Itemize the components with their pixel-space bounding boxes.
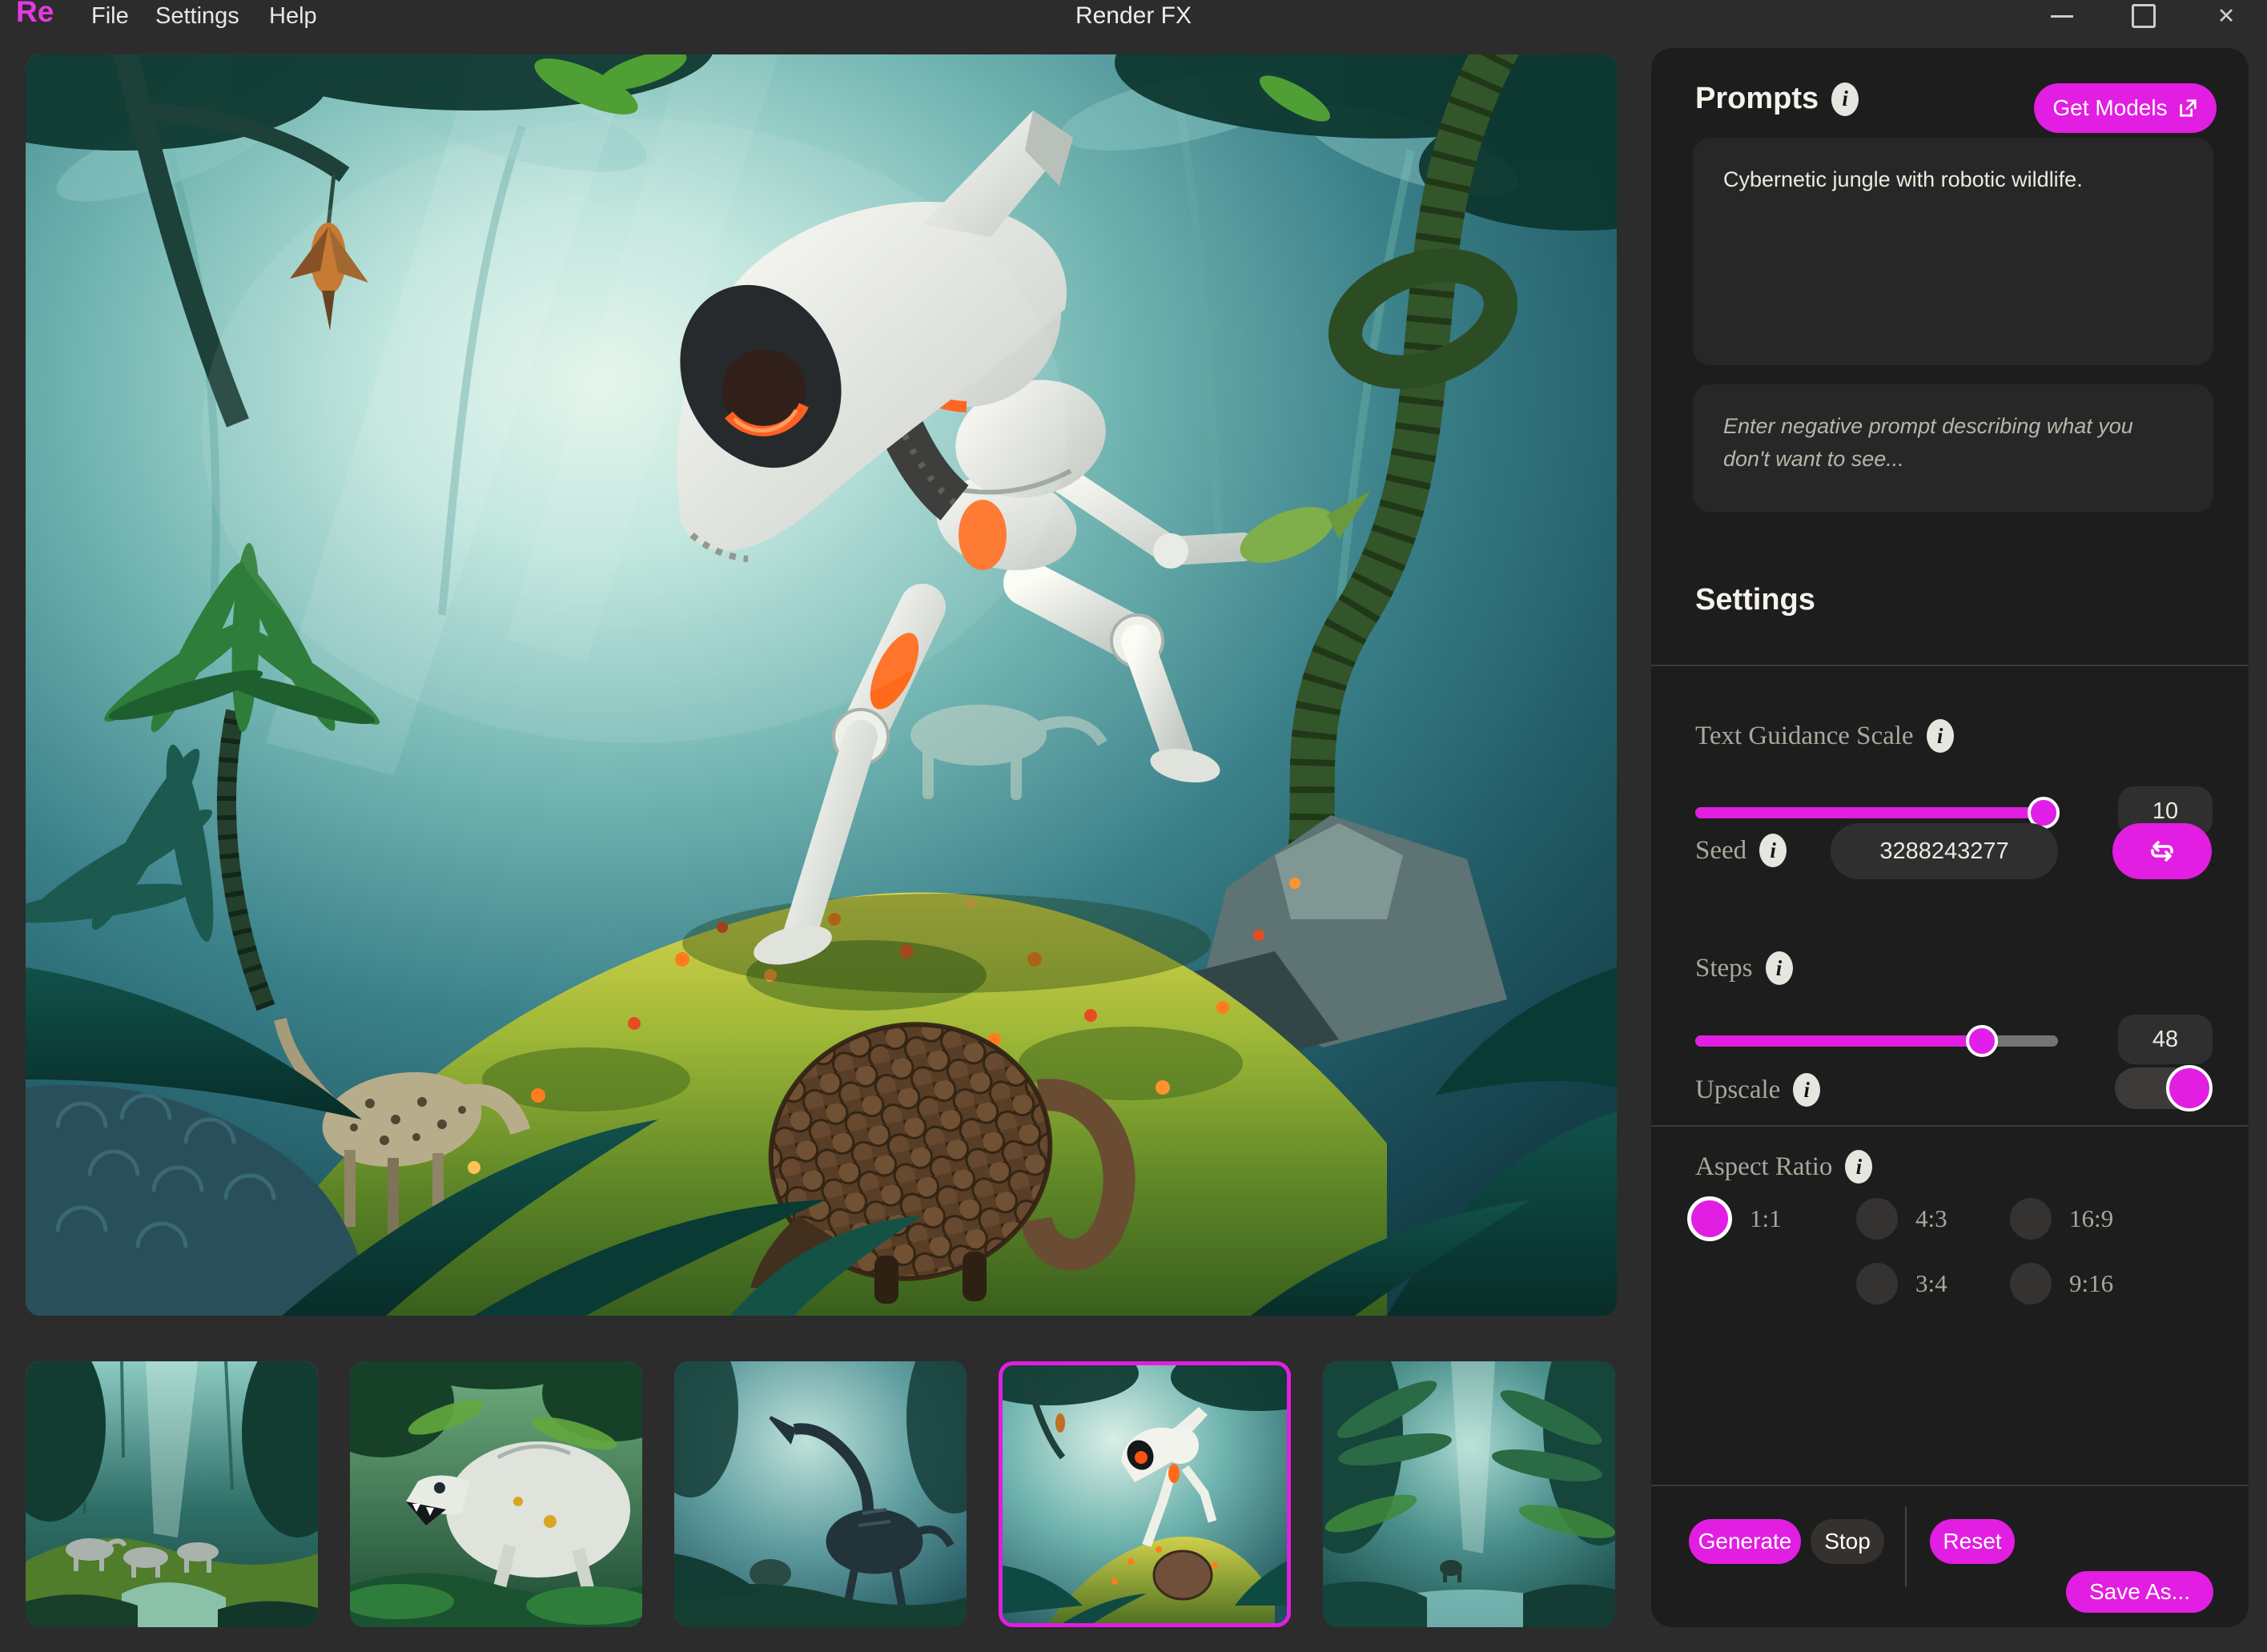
generate-button[interactable]: Generate bbox=[1689, 1519, 1801, 1564]
steps-value[interactable]: 48 bbox=[2118, 1015, 2213, 1064]
radio-icon bbox=[2010, 1263, 2052, 1304]
menu-help[interactable]: Help bbox=[269, 0, 317, 32]
generated-image-preview[interactable] bbox=[26, 54, 1617, 1316]
radio-icon bbox=[1856, 1263, 1898, 1304]
save-as-button[interactable]: Save As... bbox=[2066, 1571, 2213, 1613]
aspect-option-9-16[interactable]: 9:16 bbox=[2010, 1261, 2113, 1306]
minimize-button[interactable] bbox=[2040, 0, 2084, 32]
steps-label-row: Steps i bbox=[1695, 951, 1793, 985]
aspect-option-label: 3:4 bbox=[1915, 1269, 1947, 1298]
divider bbox=[1651, 665, 2249, 666]
steps-slider[interactable] bbox=[1695, 1035, 2058, 1047]
thumbnail-2[interactable] bbox=[350, 1361, 642, 1627]
aspect-option-4-3[interactable]: 4:3 bbox=[1856, 1196, 1947, 1241]
thumbnail-1[interactable] bbox=[26, 1361, 318, 1627]
aspect-option-label: 1:1 bbox=[1750, 1204, 1782, 1233]
steps-label: Steps bbox=[1695, 954, 1753, 983]
aspect-ratio-label: Aspect Ratio bbox=[1695, 1152, 1832, 1182]
window-title: Render FX bbox=[0, 0, 2267, 32]
negative-prompt-input[interactable] bbox=[1693, 384, 2213, 512]
seed-label-row: Seed i bbox=[1695, 834, 1787, 867]
thumbnail-5[interactable] bbox=[1323, 1361, 1615, 1627]
title-bar: Re File Settings Help Render FX ✕ bbox=[0, 0, 2267, 32]
prompts-heading-row: Prompts i bbox=[1695, 82, 1859, 116]
aspect-option-16-9[interactable]: 16:9 bbox=[2010, 1196, 2113, 1241]
generated-image bbox=[26, 54, 1617, 1316]
stop-button[interactable]: Stop bbox=[1811, 1519, 1884, 1564]
upscale-toggle-knob bbox=[2166, 1065, 2213, 1111]
get-models-label: Get Models bbox=[2052, 95, 2167, 121]
seed-info-icon[interactable]: i bbox=[1759, 834, 1787, 867]
upscale-toggle[interactable] bbox=[2115, 1067, 2211, 1109]
divider bbox=[1651, 1125, 2249, 1127]
radio-icon bbox=[1687, 1196, 1732, 1241]
settings-panel: Prompts i Get Models Cybernetic jungle w… bbox=[1651, 48, 2249, 1627]
steps-slider-thumb[interactable] bbox=[1966, 1025, 1998, 1057]
settings-heading-row: Settings bbox=[1695, 583, 1815, 617]
external-link-icon bbox=[2177, 98, 2198, 119]
guidance-slider[interactable] bbox=[1695, 807, 2058, 818]
divider bbox=[1651, 1485, 2249, 1486]
close-button[interactable]: ✕ bbox=[2204, 0, 2249, 32]
button-divider bbox=[1905, 1507, 1907, 1587]
guidance-info-icon[interactable]: i bbox=[1927, 719, 1954, 753]
thumbnail-4-selected[interactable] bbox=[999, 1361, 1291, 1627]
steps-info-icon[interactable]: i bbox=[1766, 951, 1793, 985]
menu-file[interactable]: File bbox=[91, 0, 129, 32]
steps-slider-fill bbox=[1695, 1035, 1982, 1047]
prompts-info-icon[interactable]: i bbox=[1831, 82, 1859, 116]
radio-icon bbox=[1856, 1198, 1898, 1240]
shuffle-icon bbox=[2148, 838, 2177, 864]
upscale-info-icon[interactable]: i bbox=[1793, 1073, 1820, 1107]
aspect-ratio-info-icon[interactable]: i bbox=[1845, 1150, 1872, 1184]
seed-value-field[interactable]: 3288243277 bbox=[1831, 823, 2058, 879]
reset-button[interactable]: Reset bbox=[1930, 1519, 2015, 1564]
radio-icon bbox=[2010, 1198, 2052, 1240]
aspect-ratio-label-row: Aspect Ratio i bbox=[1695, 1150, 1872, 1184]
seed-label: Seed bbox=[1695, 836, 1746, 866]
app-window: Re File Settings Help Render FX ✕ bbox=[0, 0, 2267, 1652]
prompts-heading: Prompts bbox=[1695, 82, 1819, 116]
aspect-option-label: 9:16 bbox=[2069, 1269, 2113, 1298]
aspect-option-label: 4:3 bbox=[1915, 1204, 1947, 1233]
maximize-icon bbox=[2132, 4, 2156, 28]
settings-heading: Settings bbox=[1695, 583, 1815, 617]
guidance-slider-fill bbox=[1695, 807, 2044, 818]
close-icon: ✕ bbox=[2217, 4, 2236, 29]
app-logo: Re bbox=[16, 0, 54, 29]
randomize-seed-button[interactable] bbox=[2112, 823, 2212, 879]
aspect-option-1-1[interactable]: 1:1 bbox=[1687, 1196, 1782, 1241]
guidance-label: Text Guidance Scale bbox=[1695, 721, 1914, 751]
guidance-label-row: Text Guidance Scale i bbox=[1695, 719, 1954, 753]
upscale-label-row: Upscale i bbox=[1695, 1073, 1820, 1107]
aspect-option-3-4[interactable]: 3:4 bbox=[1856, 1261, 1947, 1306]
menu-settings[interactable]: Settings bbox=[155, 0, 239, 32]
upscale-label: Upscale bbox=[1695, 1075, 1780, 1105]
thumbnail-3[interactable] bbox=[674, 1361, 967, 1627]
maximize-button[interactable] bbox=[2121, 0, 2166, 32]
get-models-button[interactable]: Get Models bbox=[2034, 83, 2217, 133]
prompt-input[interactable]: Cybernetic jungle with robotic wildlife. bbox=[1693, 138, 2213, 365]
minimize-icon bbox=[2051, 15, 2073, 18]
aspect-option-label: 16:9 bbox=[2069, 1204, 2113, 1233]
